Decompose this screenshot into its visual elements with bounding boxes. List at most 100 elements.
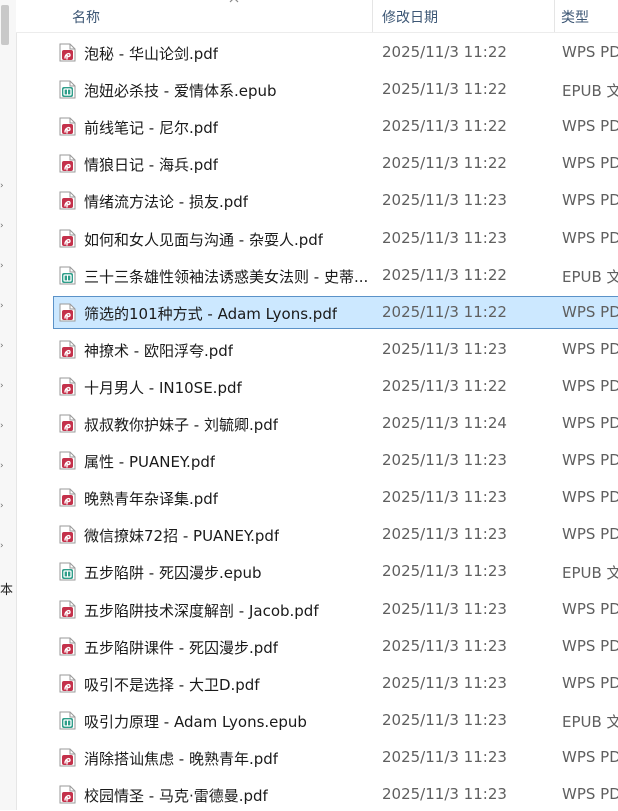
expand-chevron-icon[interactable]: ›: [0, 221, 4, 231]
column-divider[interactable]: [554, 0, 555, 32]
file-name: 如何和女人见面与沟通 - 杂耍人.pdf: [84, 230, 324, 249]
file-type: WPS PD: [562, 414, 618, 432]
file-date-modified: 2025/11/3 11:23: [382, 599, 507, 618]
file-type: WPS PD: [562, 488, 618, 507]
expand-chevron-icon[interactable]: ›: [0, 181, 4, 191]
file-name: 校园情圣 - 马克·雷德曼.pdf: [84, 787, 268, 805]
file-name: 泡妞必杀技 - 爱情体系.epub: [84, 82, 277, 101]
file-name: 五步陷阱技术深度解剖 - Jacob.pdf: [84, 601, 319, 620]
file-type: WPS PD: [562, 785, 618, 803]
file-row[interactable]: 晚熟青年杂译集.pdf 2025/11/3 11:23 WPS PD: [53, 481, 618, 514]
pdf-file-icon: [59, 340, 76, 359]
expand-chevron-icon[interactable]: ›: [0, 501, 4, 511]
column-divider[interactable]: [372, 0, 373, 32]
file-name: 五步陷阱 - 死囚漫步.epub: [84, 564, 262, 583]
pdf-file-icon: [59, 748, 76, 767]
file-date-modified: 2025/11/3 11:23: [382, 488, 507, 507]
nav-item-label-partial[interactable]: 本: [0, 579, 13, 598]
nav-scrollbar-thumb[interactable]: [1, 5, 9, 45]
pdf-file-icon: [59, 303, 76, 322]
expand-chevron-icon[interactable]: ›: [0, 261, 4, 271]
pdf-file-icon: [59, 785, 76, 804]
expand-chevron-icon[interactable]: ›: [0, 541, 4, 551]
file-row[interactable]: 十月男人 - IN10SE.pdf 2025/11/3 11:22 WPS PD: [53, 370, 618, 403]
file-type: WPS PD: [562, 747, 618, 766]
file-type: EPUB 文: [562, 267, 618, 286]
pdf-file-icon: [59, 451, 76, 470]
pdf-file-icon: [59, 43, 76, 62]
file-type: WPS PD: [562, 673, 618, 692]
file-row[interactable]: 情狼日记 - 海兵.pdf 2025/11/3 11:22 WPS PD: [53, 147, 618, 180]
file-row[interactable]: 泡秘 - 华山论剑.pdf 2025/11/3 11:22 WPS PD: [53, 36, 618, 69]
file-date-modified: 2025/11/3 11:23: [382, 525, 507, 544]
file-row[interactable]: 如何和女人见面与沟通 - 杂耍人.pdf 2025/11/3 11:23 WPS P…: [53, 222, 618, 255]
file-row[interactable]: 情绪流方法论 - 损友.pdf 2025/11/3 11:23 WPS PD: [53, 184, 618, 217]
file-row[interactable]: 五步陷阱课件 - 死囚漫步.pdf 2025/11/3 11:23 WPS PD: [53, 630, 618, 663]
file-row[interactable]: 叔叔教你护妹子 - 刘毓卿.pdf 2025/11/3 11:24 WPS PD: [53, 407, 618, 440]
epub-file-icon: [59, 266, 76, 285]
file-row[interactable]: 五步陷阱技术深度解剖 - Jacob.pdf 2025/11/3 11:23 WPS…: [53, 593, 618, 626]
column-header-name[interactable]: 名称: [72, 7, 100, 27]
file-row[interactable]: 前线笔记 - 尼尔.pdf 2025/11/3 11:22 WPS PD: [53, 110, 618, 143]
file-date-modified: 2025/11/3 11:22: [382, 376, 507, 395]
file-name: 泡秘 - 华山论剑.pdf: [84, 45, 219, 63]
file-row[interactable]: 吸引不是选择 - 大卫D.pdf 2025/11/3 11:23 WPS PD: [53, 667, 618, 700]
file-date-modified: 2025/11/3 11:24: [382, 414, 507, 432]
file-date-modified: 2025/11/3 11:23: [382, 747, 507, 766]
file-date-modified: 2025/11/3 11:22: [382, 302, 507, 321]
file-name: 属性 - PUANEY.pdf: [84, 453, 216, 472]
file-type: WPS PD: [562, 376, 618, 395]
file-date-modified: 2025/11/3 11:23: [382, 228, 507, 247]
column-header-type[interactable]: 类型: [561, 7, 589, 27]
file-row[interactable]: 校园情圣 - 马克·雷德曼.pdf 2025/11/3 11:23 WPS PD: [53, 778, 618, 811]
file-type: WPS PD: [562, 191, 618, 210]
file-type: EPUB 文: [562, 712, 618, 731]
expand-chevron-icon[interactable]: ›: [0, 341, 4, 351]
expand-chevron-icon[interactable]: ›: [0, 461, 4, 471]
expand-chevron-icon[interactable]: ›: [0, 421, 4, 431]
file-row[interactable]: 消除搭讪焦虑 - 晚熟青年.pdf 2025/11/3 11:23 WPS PD: [53, 741, 618, 774]
file-date-modified: 2025/11/3 11:23: [382, 673, 507, 692]
file-name: 情绪流方法论 - 损友.pdf: [84, 193, 249, 212]
file-date-modified: 2025/11/3 11:23: [382, 785, 507, 803]
file-name: 晚熟青年杂译集.pdf: [84, 490, 219, 509]
file-row[interactable]: 三十三条雄性领袖法诱惑美女法则 - 史蒂... 2025/11/3 11:22 EP…: [53, 259, 618, 292]
sort-ascending-icon[interactable]: [229, 0, 239, 5]
file-name: 消除搭讪焦虑 - 晚熟青年.pdf: [84, 749, 279, 768]
file-row[interactable]: 微信撩妹72招 - PUANEY.pdf 2025/11/3 11:23 WPS P…: [53, 518, 618, 551]
pdf-file-icon: [59, 229, 76, 247]
file-type: EPUB 文: [562, 82, 618, 101]
file-type: WPS PD: [562, 117, 618, 136]
pdf-file-icon: [59, 191, 76, 210]
file-type: WPS PD: [562, 154, 618, 173]
pdf-file-icon: [59, 414, 76, 433]
file-row[interactable]: 泡妞必杀技 - 爱情体系.epub 2025/11/3 11:22 EPUB 文: [53, 73, 618, 106]
file-type: WPS PD: [562, 302, 618, 321]
file-row[interactable]: 神撩术 - 欧阳浮夸.pdf 2025/11/3 11:23 WPS PD: [53, 333, 618, 366]
file-type: EPUB 文: [562, 564, 618, 583]
pdf-file-icon: [59, 525, 76, 544]
file-type: WPS PD: [562, 339, 618, 358]
file-name: 情狼日记 - 海兵.pdf: [84, 156, 219, 175]
file-row[interactable]: 属性 - PUANEY.pdf 2025/11/3 11:23 WPS PD: [53, 444, 618, 477]
column-header-date-modified[interactable]: 修改日期: [382, 7, 438, 27]
file-name: 神撩术 - 欧阳浮夸.pdf: [84, 341, 234, 360]
expand-chevron-icon[interactable]: ›: [0, 381, 4, 391]
file-type: WPS PD: [562, 43, 618, 61]
file-row[interactable]: 筛选的101种方式 - Adam Lyons.pdf 2025/11/3 11:2…: [53, 295, 618, 329]
file-type: WPS PD: [562, 451, 618, 470]
file-name: 微信撩妹72招 - PUANEY.pdf: [84, 527, 280, 546]
file-type: WPS PD: [562, 599, 618, 618]
file-date-modified: 2025/11/3 11:23: [382, 339, 507, 358]
pdf-file-icon: [59, 154, 76, 173]
expand-chevron-icon[interactable]: ›: [0, 301, 4, 311]
file-date-modified: 2025/11/3 11:23: [382, 710, 507, 729]
file-type: WPS PD: [562, 636, 618, 655]
pdf-file-icon: [59, 117, 76, 136]
file-type: WPS PD: [562, 228, 618, 247]
epub-file-icon: [59, 711, 76, 730]
file-type: WPS PD: [562, 525, 618, 544]
file-row[interactable]: 吸引力原理 - Adam Lyons.epub 2025/11/3 11:23 EP…: [53, 704, 618, 737]
file-row[interactable]: 五步陷阱 - 死囚漫步.epub 2025/11/3 11:23 EPUB 文: [53, 555, 618, 588]
file-name: 五步陷阱课件 - 死囚漫步.pdf: [84, 638, 279, 657]
